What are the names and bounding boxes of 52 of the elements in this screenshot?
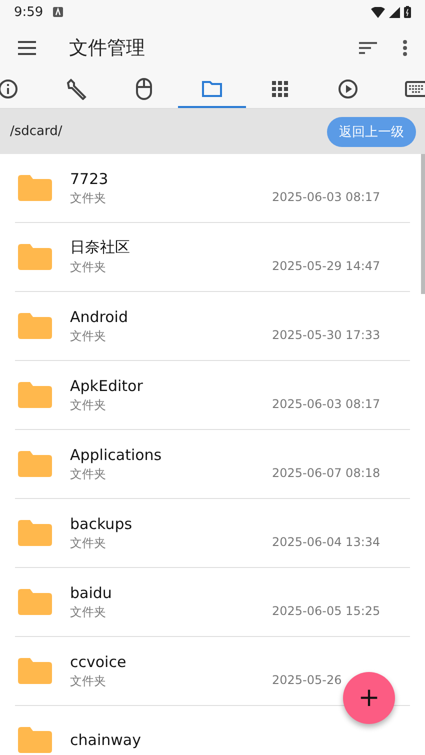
- file-date: 2025-05-26: [272, 672, 343, 688]
- notification-icon: [53, 7, 64, 17]
- file-date: 2025-06-03 08:17: [272, 190, 382, 206]
- wifi-icon: [371, 6, 385, 18]
- battery-icon: [404, 6, 411, 18]
- file-date: 2025-06-04 13:34: [272, 534, 382, 550]
- file-name[interactable]: Android: [70, 308, 410, 326]
- folder-icon: [18, 727, 52, 753]
- signal-icon: [389, 6, 400, 18]
- file-name[interactable]: ApkEditor: [70, 376, 410, 394]
- file-name[interactable]: chainway: [70, 731, 410, 749]
- file-date: 2025-06-05 15:25: [272, 604, 382, 620]
- folder-icon: [18, 520, 52, 546]
- play-icon: [338, 79, 358, 99]
- file-name[interactable]: Applications: [70, 446, 410, 464]
- file-name[interactable]: 7723: [70, 170, 410, 188]
- file-type: 文件夹: [70, 604, 106, 620]
- file-name[interactable]: ccvoice: [70, 652, 410, 670]
- file-type: 文件夹: [70, 328, 106, 344]
- more-icon[interactable]: [403, 40, 407, 56]
- file-type: 文件夹: [70, 259, 106, 276]
- folder-icon: [18, 175, 52, 201]
- folder-icon: [18, 589, 52, 615]
- folder-icon: [202, 81, 222, 97]
- file-date: 2025-06-07 08:18: [272, 466, 382, 482]
- wrench-icon: [65, 78, 87, 100]
- folder-icon: [18, 658, 52, 684]
- folder-icon: [18, 244, 52, 270]
- file-name[interactable]: 日奈社区: [70, 238, 410, 257]
- path-text: /sdcard/: [10, 124, 62, 139]
- folder-icon: [18, 451, 52, 477]
- app-title: 文件管理: [69, 36, 145, 61]
- file-date: 2025-06-03 08:17: [272, 396, 382, 412]
- file-name[interactable]: backups: [70, 514, 410, 532]
- file-name[interactable]: baidu: [70, 584, 410, 602]
- file-type: 文件夹: [70, 672, 106, 690]
- file-date: 2025-05-30 17:33: [272, 328, 382, 344]
- menu-icon[interactable]: [18, 41, 36, 55]
- info-icon: [0, 79, 18, 99]
- folder-icon: [18, 382, 52, 408]
- status-time: 9:59: [14, 4, 44, 20]
- add-button[interactable]: +: [343, 672, 395, 724]
- file-type: 文件夹: [70, 534, 106, 552]
- file-type: 文件夹: [70, 466, 106, 482]
- keyboard-icon: [405, 81, 425, 97]
- file-type: 文件夹: [70, 190, 106, 206]
- file-date: 2025-05-29 14:47: [272, 259, 382, 275]
- grid-icon: [272, 81, 288, 97]
- file-type: 文件夹: [70, 396, 106, 414]
- folder-icon: [18, 313, 52, 339]
- sort-icon[interactable]: [359, 42, 377, 54]
- mouse-icon: [136, 78, 152, 100]
